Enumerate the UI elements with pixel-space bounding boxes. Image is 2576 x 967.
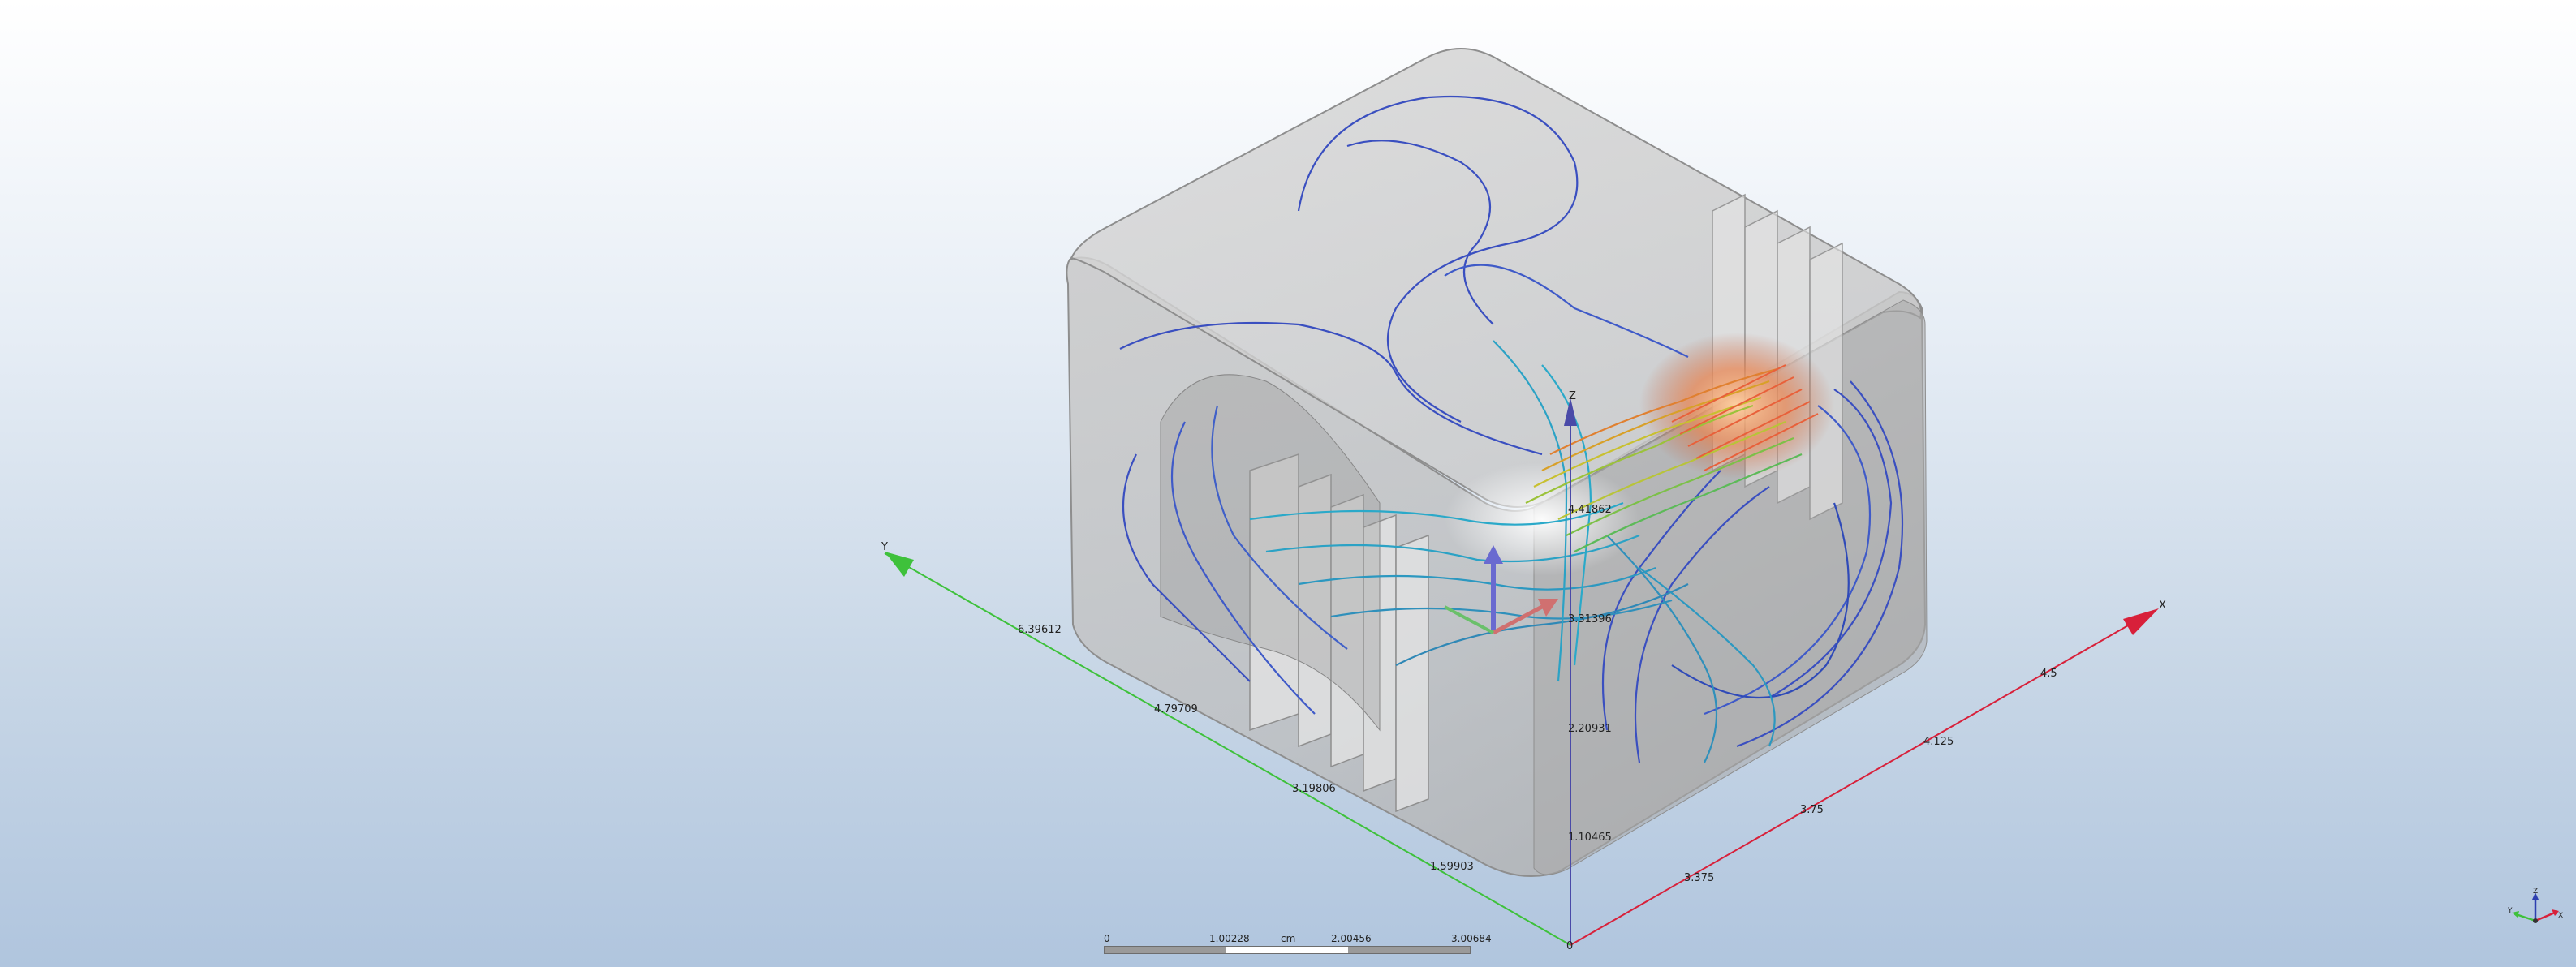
- z-tick-3: 2.20931: [1568, 723, 1612, 735]
- x-tick-3: 4.125: [1923, 736, 1954, 748]
- y-axis-name: Y: [881, 541, 888, 553]
- scale-segment-2: [1226, 947, 1348, 953]
- 3d-viewport[interactable]: Z X Y 0 4.41862 3.31396 2.20931 1.10465 …: [0, 0, 2576, 967]
- y-tick-1: 6.39612: [1018, 624, 1062, 636]
- orientation-triad[interactable]: Z X Y: [2508, 888, 2565, 937]
- origin-label: 0: [1566, 940, 1573, 952]
- scale-segment-1: [1105, 947, 1226, 953]
- triad-z-label: Z: [2533, 888, 2538, 896]
- x-tick-2: 3.75: [1800, 804, 1824, 816]
- x-tick-1: 3.375: [1684, 872, 1714, 884]
- scale-label-2: 2.00456: [1331, 933, 1372, 944]
- triad-y-label: Y: [2508, 907, 2513, 915]
- scale-bar: 0 1.00228 cm 2.00456 3.00684: [1104, 933, 1492, 957]
- y-tick-4: 1.59903: [1430, 861, 1474, 873]
- scene-canvas[interactable]: Z X Y 0 4.41862 3.31396 2.20931 1.10465 …: [0, 0, 2576, 967]
- x-axis-name: X: [2159, 600, 2166, 612]
- y-tick-2: 4.79709: [1154, 703, 1198, 716]
- triad-x-label: X: [2558, 912, 2563, 920]
- z-tick-4: 1.10465: [1568, 832, 1612, 844]
- y-axis-arrow: [885, 552, 914, 577]
- scale-unit: cm: [1281, 933, 1296, 944]
- scale-label-1: 1.00228: [1209, 933, 1250, 944]
- scale-label-0: 0: [1104, 933, 1110, 944]
- scale-label-3: 3.00684: [1451, 933, 1492, 944]
- z-axis-name: Z: [1569, 390, 1576, 402]
- x-axis-arrow: [2123, 608, 2159, 635]
- z-tick-1: 4.41862: [1568, 504, 1612, 516]
- enclosure-body: [1066, 48, 1928, 877]
- scale-segment-3: [1348, 947, 1470, 953]
- z-tick-2: 3.31396: [1568, 613, 1612, 625]
- x-tick-4: 4.5: [2040, 668, 2057, 680]
- y-tick-3: 3.19806: [1292, 783, 1336, 795]
- scale-track: [1104, 946, 1471, 954]
